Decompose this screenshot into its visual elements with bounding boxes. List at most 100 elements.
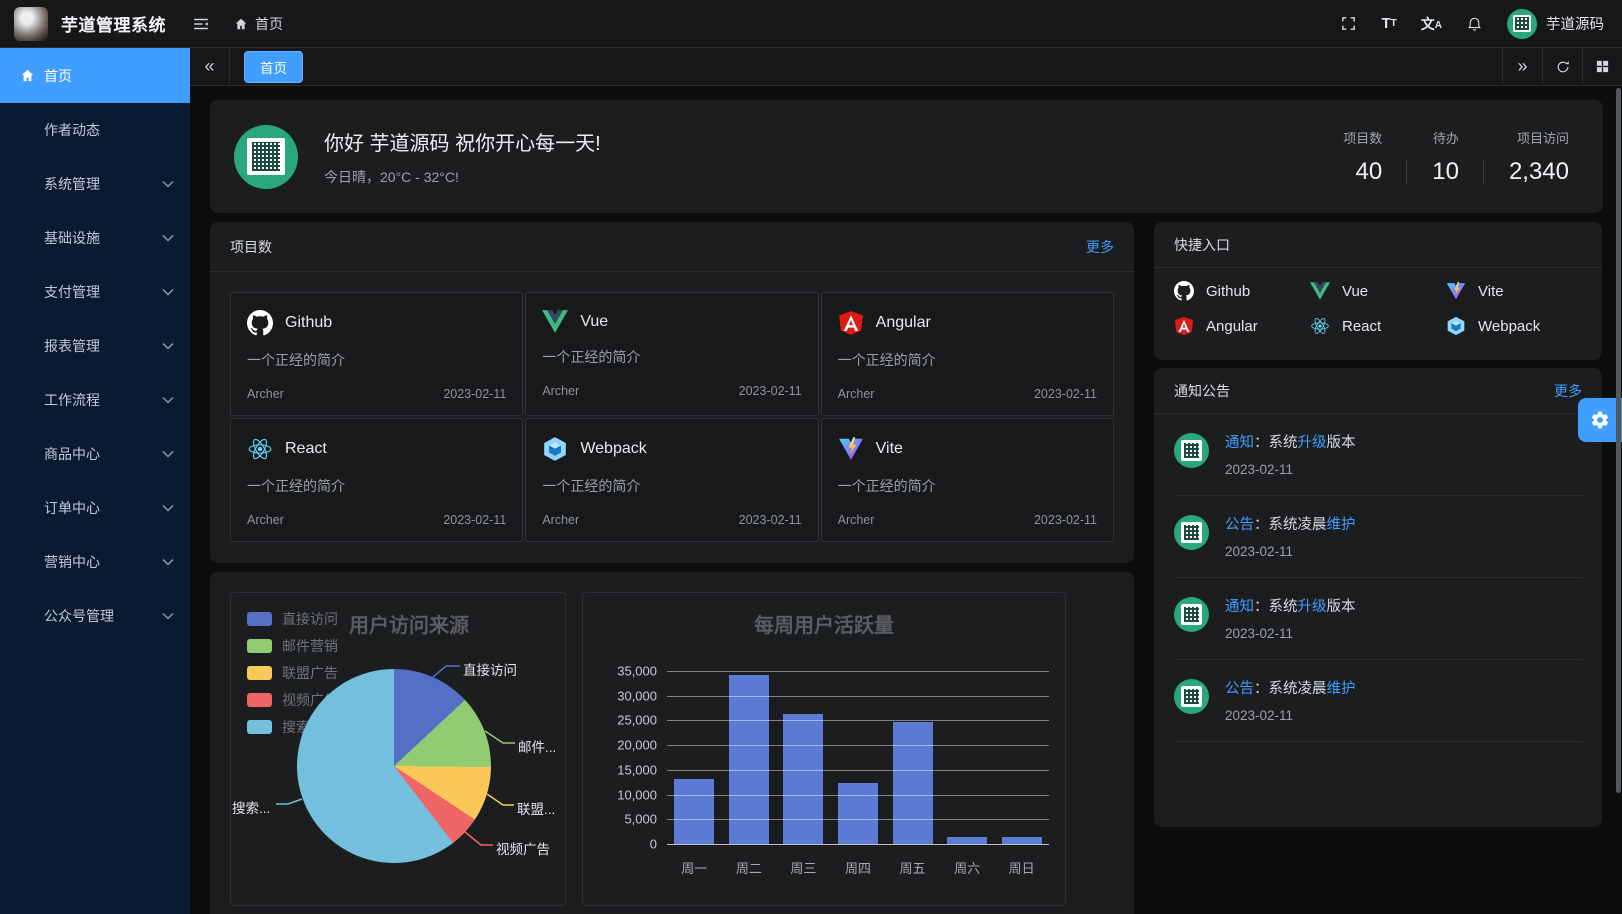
tabs-scroll-right-icon[interactable]: » (1502, 48, 1542, 85)
notice-tag: 公告 (1225, 681, 1254, 697)
quick-link-label: Angular (1206, 318, 1258, 335)
sidebar-item-wechat[interactable]: 公众号管理 (0, 589, 190, 643)
quick-link-react[interactable]: React (1310, 316, 1446, 336)
quick-link-webpack[interactable]: Webpack (1446, 316, 1582, 336)
welcome-card: 你好 芋道源码 祝你开心每一天! 今日晴，20°C - 32°C! 项目数 40… (210, 100, 1603, 213)
stat-value: 40 (1343, 158, 1382, 186)
sidebar-item-label: 基础设施 (44, 228, 100, 248)
notice-tag: 公告 (1225, 517, 1254, 533)
quick-link-angular[interactable]: Angular (1174, 316, 1310, 336)
sidebar-item-system[interactable]: 系统管理 (0, 157, 190, 211)
x-tick-label: 周三 (790, 858, 816, 877)
sidebar-item-order[interactable]: 订单中心 (0, 481, 190, 535)
notice-keyword: 升级 (1298, 599, 1327, 615)
projects-more-link[interactable]: 更多 (1086, 237, 1114, 257)
y-tick-label: 5,000 (624, 812, 657, 827)
project-tile-react[interactable]: React 一个正经的简介 Archer 2023-02-11 (230, 418, 523, 542)
quick-link-vite[interactable]: Vite (1446, 281, 1582, 301)
app-logo-avatar (14, 7, 48, 41)
notice-item[interactable]: 公告：系统凌晨维护 2023-02-11 (1174, 660, 1582, 742)
project-tile-webpack[interactable]: Webpack 一个正经的简介 Archer 2023-02-11 (525, 418, 818, 542)
sidebar-item-workflow[interactable]: 工作流程 (0, 373, 190, 427)
bar (893, 722, 933, 844)
stat-label: 项目数 (1343, 128, 1382, 147)
chevron-down-icon (162, 396, 174, 404)
bar-chart-title: 每周用户活跃量 (583, 609, 1065, 638)
sidebar-fold-icon[interactable] (192, 15, 210, 33)
quick-link-github[interactable]: Github (1174, 281, 1310, 301)
github-icon (247, 310, 273, 336)
gridline (667, 745, 1049, 746)
breadcrumb-label: 首页 (255, 14, 283, 34)
project-tile-vue[interactable]: Vue 一个正经的简介 Archer 2023-02-11 (525, 292, 818, 416)
gridline (667, 720, 1049, 721)
project-tile-github[interactable]: Github 一个正经的简介 Archer 2023-02-11 (230, 292, 523, 416)
bell-icon[interactable] (1466, 15, 1483, 33)
notice-text: 版本 (1327, 599, 1356, 615)
chevron-down-icon (162, 234, 174, 242)
sidebar-item-home[interactable]: 首页 (0, 48, 190, 103)
project-date: 2023-02-11 (739, 513, 802, 527)
project-desc: 一个正经的简介 (838, 476, 1097, 496)
bar-chart-panel: 每周用户活跃量 35,00030,00025,00020,00015,00010… (582, 592, 1066, 906)
notice-avatar (1174, 597, 1209, 632)
project-name: Vue (580, 313, 608, 331)
sidebar-item-pay[interactable]: 支付管理 (0, 265, 190, 319)
page-scrollbar-thumb[interactable] (1616, 88, 1621, 793)
pie-label: 搜索... (232, 797, 270, 817)
notice-item[interactable]: 公告：系统凌晨维护 2023-02-11 (1174, 496, 1582, 578)
notice-title: 公告：系统凌晨维护 (1225, 513, 1356, 534)
bar (783, 714, 823, 844)
user-menu[interactable]: 芋道源码 (1507, 9, 1604, 39)
sidebar-item-report[interactable]: 报表管理 (0, 319, 190, 373)
notice-date: 2023-02-11 (1225, 626, 1356, 641)
fullscreen-icon[interactable] (1340, 15, 1357, 32)
font-size-icon[interactable]: TT (1381, 16, 1396, 31)
main-area: 你好 芋道源码 祝你开心每一天! 今日晴，20°C - 32°C! 项目数 40… (190, 86, 1622, 914)
top-navbar: 芋道管理系统 首页 TT 文A 芋道源码 (0, 0, 1622, 48)
breadcrumb[interactable]: 首页 (234, 14, 283, 34)
notice-more-link[interactable]: 更多 (1554, 381, 1582, 401)
locale-icon[interactable]: 文A (1421, 17, 1442, 31)
project-tile-angular[interactable]: Angular 一个正经的简介 Archer 2023-02-11 (821, 292, 1114, 416)
project-name: Angular (876, 314, 931, 332)
stat-value: 10 (1432, 158, 1459, 186)
notice-keyword: 维护 (1327, 681, 1356, 697)
sidebar-item-product[interactable]: 商品中心 (0, 427, 190, 481)
layout-grid-icon[interactable] (1582, 48, 1622, 85)
project-author: Archer (838, 513, 875, 527)
home-icon (234, 17, 248, 31)
y-tick-label: 0 (650, 837, 657, 852)
y-tick-label: 30,000 (617, 688, 657, 703)
gridline (667, 844, 1049, 845)
sidebar-item-marketing[interactable]: 营销中心 (0, 535, 190, 589)
quick-link-vue[interactable]: Vue (1310, 281, 1446, 301)
notice-item[interactable]: 通知：系统升级版本 2023-02-11 (1174, 578, 1582, 660)
welcome-stats: 项目数 40 待办 10 项目访问 2,340 (1318, 128, 1569, 186)
webpack-icon (542, 436, 568, 462)
x-tick-label: 周六 (954, 858, 980, 877)
bar (838, 783, 878, 844)
y-tick-label: 35,000 (617, 664, 657, 679)
gear-icon (1590, 410, 1610, 430)
sidebar-item-label: 报表管理 (44, 336, 100, 356)
gridline (667, 770, 1049, 771)
bars (667, 671, 1049, 844)
notice-title: 公告：系统凌晨维护 (1225, 677, 1356, 698)
sidebar-item-label: 支付管理 (44, 282, 100, 302)
notice-item[interactable]: 通知：系统升级版本 2023-02-11 (1174, 414, 1582, 496)
refresh-icon[interactable] (1542, 48, 1582, 85)
tabs-scroll-left-icon[interactable]: « (190, 48, 230, 85)
gridline (667, 696, 1049, 697)
gridline (667, 671, 1049, 672)
sidebar-item-infra[interactable]: 基础设施 (0, 211, 190, 265)
project-date: 2023-02-11 (1034, 387, 1097, 401)
tab-home[interactable]: 首页 (244, 51, 303, 83)
project-tiles: Github 一个正经的简介 Archer 2023-02-11 (230, 292, 1114, 542)
github-icon (1174, 281, 1194, 301)
pie-label: 联盟... (517, 798, 555, 818)
stat-label: 项目访问 (1509, 128, 1569, 147)
project-name: Webpack (580, 440, 646, 458)
project-tile-vite[interactable]: Vite 一个正经的简介 Archer 2023-02-11 (821, 418, 1114, 542)
sidebar-item-author[interactable]: 作者动态 (0, 103, 190, 157)
